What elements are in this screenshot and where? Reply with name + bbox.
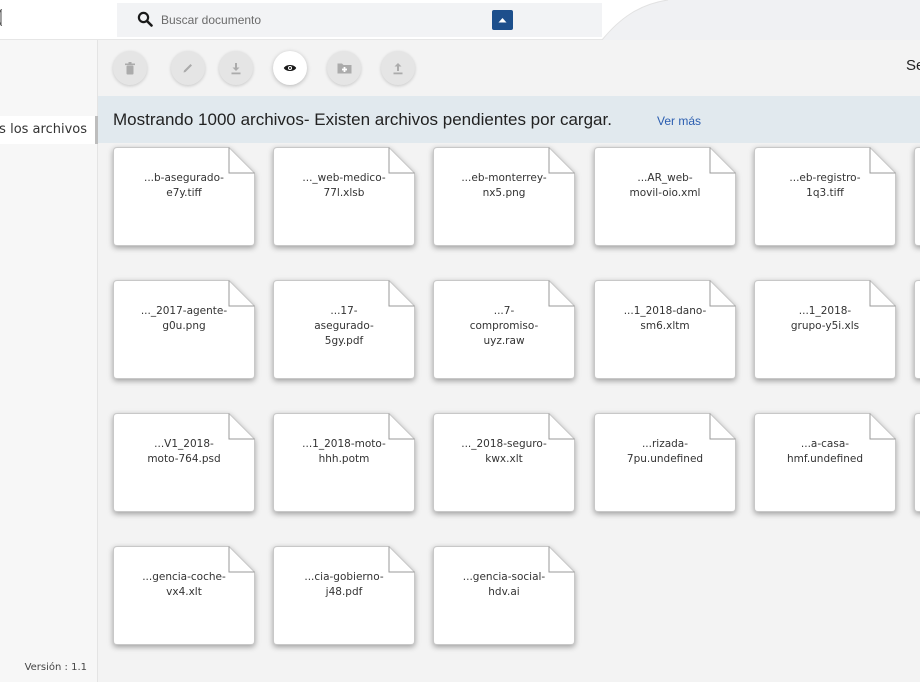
file-grid: ...b-asegurado- e7y.tiff ..._web-medico- … bbox=[98, 143, 920, 682]
edit-button[interactable] bbox=[171, 51, 205, 85]
file-name: ...cia-gobierno- j48.pdf bbox=[304, 571, 384, 598]
file-name: ...b-asegurado- e7y.tiff bbox=[144, 172, 224, 199]
file-name: ...gencia-coche- vx4.xlt bbox=[142, 571, 226, 598]
search-icon[interactable] bbox=[137, 11, 153, 27]
file-card[interactable] bbox=[914, 413, 920, 512]
toolbar-right-label[interactable]: Se bbox=[906, 57, 920, 74]
new-folder-button[interactable] bbox=[327, 51, 361, 85]
file-card[interactable] bbox=[914, 280, 920, 379]
file-name: ...1_2018- grupo-y5i.xls bbox=[790, 305, 860, 332]
file-card[interactable]: ..._2018-seguro- kwx.xlt bbox=[433, 413, 575, 512]
file-card[interactable]: ..._2017-agente- g0u.png bbox=[113, 280, 255, 379]
file-card[interactable]: ...7- compromiso- uyz.raw bbox=[433, 280, 575, 379]
view-button[interactable] bbox=[273, 51, 307, 85]
file-name: ..._2018-seguro- kwx.xlt bbox=[461, 438, 547, 465]
file-name: ...eb-monterrey- nx5.png bbox=[461, 172, 547, 199]
file-name: ...7- compromiso- uyz.raw bbox=[469, 305, 539, 347]
file-card[interactable]: ...cia-gobierno- j48.pdf bbox=[273, 546, 415, 645]
file-card[interactable]: ...rizada- 7pu.undefined bbox=[594, 413, 736, 512]
file-card[interactable]: ...1_2018- grupo-y5i.xls bbox=[754, 280, 896, 379]
eye-icon bbox=[283, 65, 297, 71]
chevron-up-icon bbox=[498, 18, 507, 23]
see-more-link[interactable]: Ver más bbox=[657, 114, 701, 128]
upload-icon bbox=[393, 62, 403, 74]
file-name: ...a-casa- hmf.undefined bbox=[787, 438, 863, 465]
file-card[interactable]: ...eb-monterrey- nx5.png bbox=[433, 147, 575, 246]
search-options-button[interactable] bbox=[492, 10, 513, 30]
file-card[interactable]: ...1_2018-moto- hhh.potm bbox=[273, 413, 415, 512]
file-name: ...17- asegurado- 5gy.pdf bbox=[314, 305, 374, 347]
file-name: ...V1_2018- moto-764.psd bbox=[147, 438, 221, 465]
banner-message: Mostrando 1000 archivos- Existen archivo… bbox=[113, 110, 612, 129]
upload-button[interactable] bbox=[381, 51, 415, 85]
header-decoration bbox=[601, 0, 920, 40]
search-input[interactable] bbox=[161, 9, 461, 31]
status-banner: Mostrando 1000 archivos- Existen archivo… bbox=[98, 96, 920, 143]
sidebar-item-all-files[interactable]: os los archivos bbox=[0, 116, 98, 144]
file-card[interactable] bbox=[914, 147, 920, 246]
file-icon bbox=[914, 280, 920, 379]
version-label: Versión : 1.1 bbox=[24, 662, 87, 673]
file-card[interactable]: ...gencia-coche- vx4.xlt bbox=[113, 546, 255, 645]
file-icon bbox=[914, 147, 920, 246]
file-name: ...1_2018-dano- sm6.xltm bbox=[623, 305, 707, 332]
toolbar: Se bbox=[98, 40, 920, 96]
sidebar-item-label: os los archivos bbox=[0, 122, 87, 137]
trash-icon bbox=[125, 61, 135, 74]
file-card[interactable]: ...17- asegurado- 5gy.pdf bbox=[273, 280, 415, 379]
file-name: ...gencia-social- hdv.ai bbox=[462, 571, 546, 598]
download-button[interactable] bbox=[219, 51, 253, 85]
file-card[interactable]: ..._web-medico- 77l.xlsb bbox=[273, 147, 415, 246]
file-name: ...eb-registro- 1q3.tiff bbox=[789, 172, 861, 199]
file-card[interactable]: ...gencia-social- hdv.ai bbox=[433, 546, 575, 645]
sidebar: os los archivos Versión : 1.1 bbox=[0, 40, 98, 682]
folder-plus-icon bbox=[337, 63, 351, 74]
delete-button[interactable] bbox=[113, 51, 147, 85]
file-name: ..._web-medico- 77l.xlsb bbox=[302, 172, 386, 199]
file-card[interactable]: ...AR_web- movil-oio.xml bbox=[594, 147, 736, 246]
file-icon bbox=[914, 413, 920, 512]
file-card[interactable]: ...b-asegurado- e7y.tiff bbox=[113, 147, 255, 246]
download-icon bbox=[231, 62, 241, 74]
file-name: ..._2017-agente- g0u.png bbox=[140, 305, 228, 332]
file-name: ...AR_web- movil-oio.xml bbox=[629, 172, 701, 199]
file-card[interactable]: ...1_2018-dano- sm6.xltm bbox=[594, 280, 736, 379]
top-bar: ⟬ bbox=[0, 0, 920, 40]
file-card[interactable]: ...V1_2018- moto-764.psd bbox=[113, 413, 255, 512]
menu-bracket-icon[interactable]: ⟬ bbox=[0, 6, 3, 27]
file-manager-app: ⟬ os los archivos Versión : 1.1 bbox=[0, 0, 920, 682]
file-name: ...rizada- 7pu.undefined bbox=[626, 438, 704, 465]
file-card[interactable]: ...a-casa- hmf.undefined bbox=[754, 413, 896, 512]
pencil-icon bbox=[183, 64, 192, 73]
file-name: ...1_2018-moto- hhh.potm bbox=[302, 438, 386, 465]
search-box[interactable] bbox=[117, 3, 602, 37]
file-card[interactable]: ...eb-registro- 1q3.tiff bbox=[754, 147, 896, 246]
